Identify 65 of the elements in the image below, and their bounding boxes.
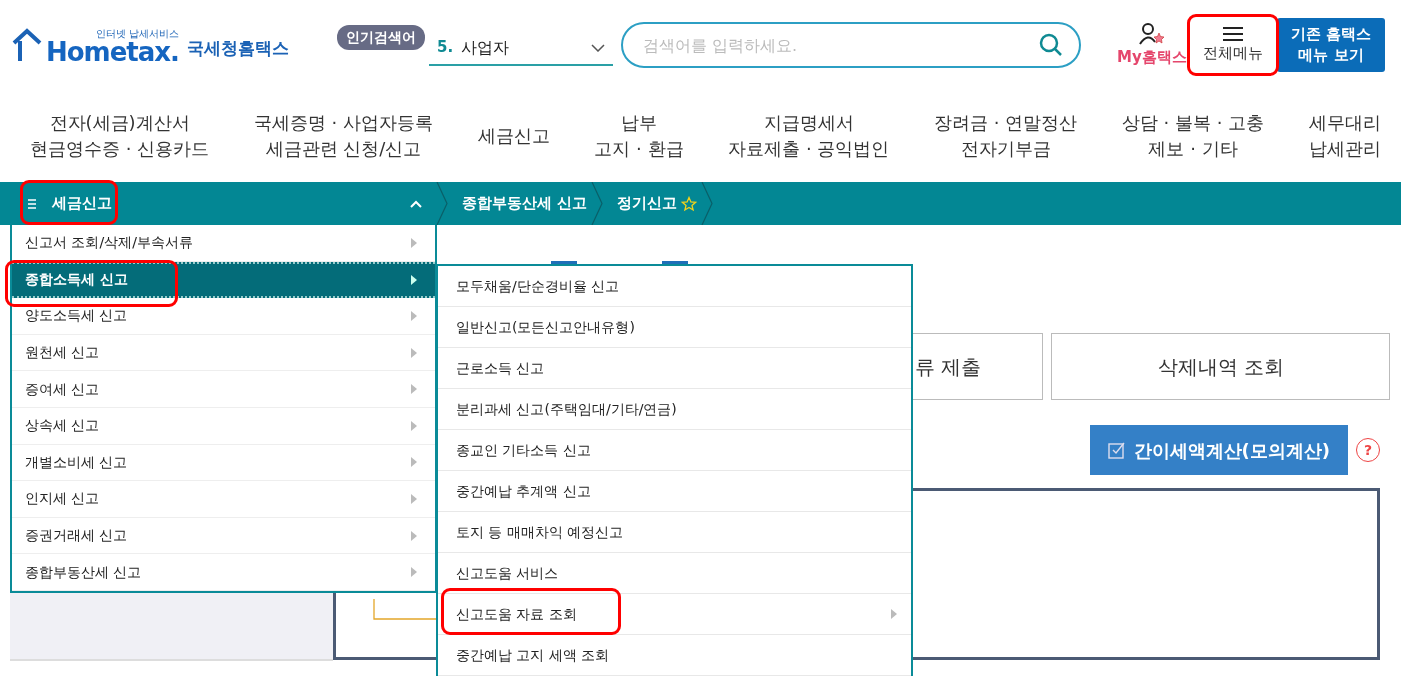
chevron-right-icon <box>411 530 417 541</box>
menu-item[interactable]: 원천세 신고 <box>12 334 435 372</box>
submenu-item[interactable]: 종교인 기타소득 신고 <box>438 430 911 471</box>
full-menu-button[interactable]: 전체메뉴 <box>1190 21 1275 69</box>
popular-search-badge: 인기검색어 <box>336 24 425 50</box>
main-nav-item[interactable]: 전자(세금)계산서 현금영수증 · 신용카드 <box>30 109 210 163</box>
main-nav-item[interactable]: 국세증명 · 사업자등록 세금관련 신청/신고 <box>253 109 433 163</box>
chevron-right-icon <box>411 493 417 504</box>
submenu-item[interactable]: 신고도움 서비스 <box>438 553 911 594</box>
chevron-right-icon <box>411 274 417 285</box>
submenu-item[interactable]: 근로소득 신고 <box>438 348 911 389</box>
submenu-item[interactable]: 일반신고(모든신고안내유형) <box>438 307 911 348</box>
main-nav-item[interactable]: 납부 고지 · 환급 <box>594 109 684 163</box>
logo-tagline: 인터넷 납세서비스 <box>95 29 179 39</box>
menu-icon <box>1221 25 1244 42</box>
menu-item[interactable]: 개별소비세 신고 <box>12 444 435 482</box>
chevron-right-icon <box>411 384 417 395</box>
search-icon <box>1038 33 1063 57</box>
submenu-item[interactable]: 토지 등 매매차익 예정신고 <box>438 512 911 553</box>
calculator-button[interactable]: 간이세액계산(모의계산) <box>1089 425 1348 475</box>
legacy-menu-button[interactable]: 기존 홈택스 메뉴 보기 <box>1277 18 1385 72</box>
main-nav-item[interactable]: 상담 · 불복 · 고충 제보 · 기타 <box>1121 109 1265 163</box>
chevron-right-icon <box>411 567 417 578</box>
logo-name: 국세청홈택스 <box>186 36 289 60</box>
menu-item[interactable]: 종합부동산세 신고 <box>12 554 435 591</box>
menu-icon <box>28 198 36 209</box>
rank-number: 5. <box>436 37 454 59</box>
logo-wordmark: Hometax. <box>46 39 179 65</box>
submenu-item[interactable]: 중간예납 고지 세액 조회 <box>438 635 911 676</box>
submenu-item[interactable]: 모두채움/단순경비율 신고 <box>438 266 911 307</box>
chevron-right-icon <box>411 347 417 358</box>
menu-item[interactable]: 증권거래세 신고 <box>12 517 435 555</box>
tab-button[interactable]: 삭제내역 조회 <box>1051 333 1390 400</box>
chevron-right-icon <box>411 457 417 468</box>
chevron-separator-icon <box>591 182 604 225</box>
menu-title[interactable]: 세금신고 <box>52 192 112 215</box>
person-star-icon <box>1137 21 1166 46</box>
menu-item[interactable]: 인지세 신고 <box>12 481 435 518</box>
my-hometax-link[interactable]: My홈택스 <box>1116 21 1187 69</box>
menu-item[interactable]: 증여세 신고 <box>12 371 435 408</box>
menu-item[interactable]: 종합소득세 신고 <box>12 261 435 299</box>
submenu-item[interactable]: 분리과세 신고(주택임대/기타/연금) <box>438 389 911 430</box>
chevron-right-icon <box>411 311 417 321</box>
search-field[interactable]: 검색어를 입력하세요. <box>620 22 1081 68</box>
chevron-separator-icon <box>436 182 448 225</box>
breadcrumb-link[interactable]: 정기신고 <box>617 192 678 215</box>
submenu-item[interactable]: 신고도움 자료 조회 <box>438 594 911 635</box>
menu-item[interactable]: 상속세 신고 <box>12 407 435 445</box>
popular-search-dropdown[interactable]: 5. 사업자 <box>428 31 613 66</box>
main-nav-item[interactable]: 장려금 · 연말정산 전자기부금 <box>934 109 1078 163</box>
submenu-item[interactable]: 중간예납 추계액 신고 <box>438 471 911 512</box>
chevron-right-icon <box>411 420 417 431</box>
main-nav-item[interactable]: 세무대리 납세관리 <box>1308 109 1381 163</box>
chevron-down-icon <box>590 43 605 52</box>
main-nav-item[interactable]: 지급명세서 자료제출 · 공익법인 <box>728 109 890 163</box>
checkbox-icon <box>1107 441 1126 459</box>
breadcrumb-link[interactable]: 종합부동산세 신고 <box>462 192 588 215</box>
chevron-right-icon <box>891 609 897 619</box>
chevron-separator-icon <box>701 182 714 225</box>
main-nav-item[interactable]: 세금신고 <box>477 122 550 150</box>
chevron-right-icon <box>411 237 417 248</box>
popular-term: 사업자 <box>461 36 511 59</box>
menu-item[interactable]: 양도소득세 신고 <box>12 298 435 335</box>
menu-item[interactable]: 신고서 조회/삭제/부속서류 <box>12 225 435 262</box>
star-icon <box>681 195 698 212</box>
